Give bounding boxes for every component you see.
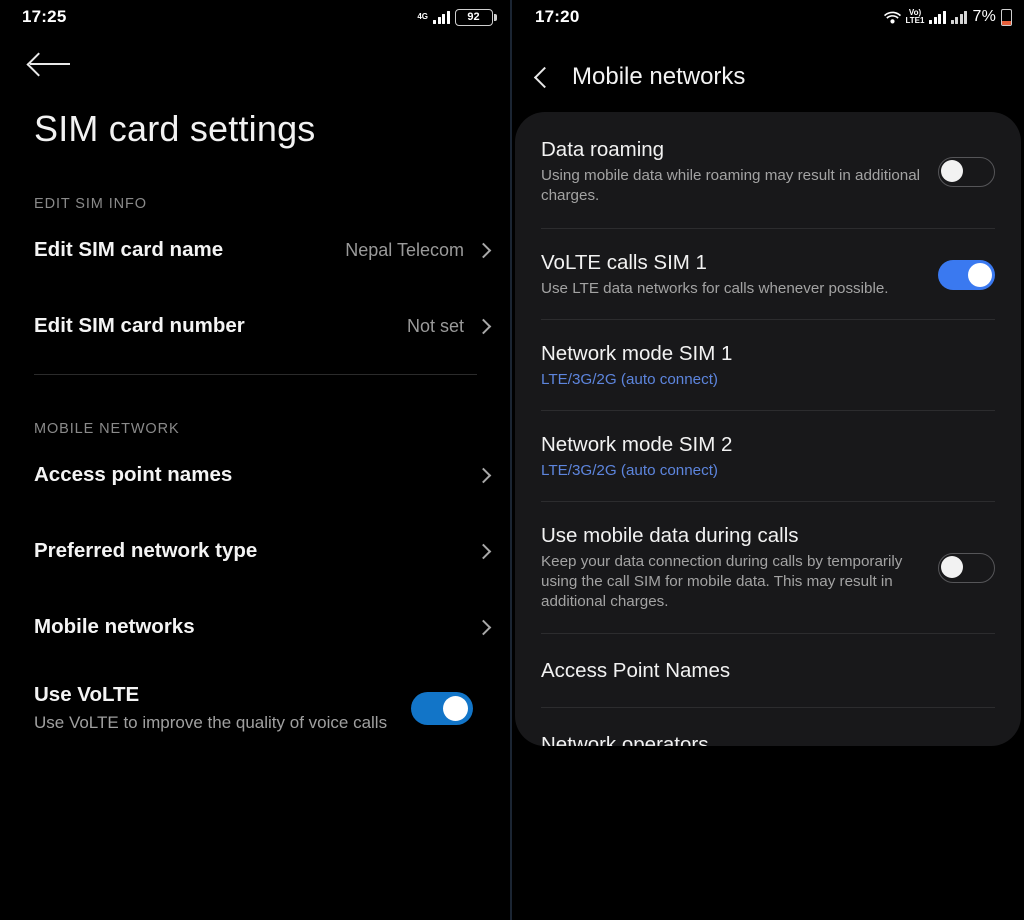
row-value: Nepal Telecom (345, 239, 464, 260)
row-use-volte[interactable]: Use VoLTE Use VoLTE to improve the quali… (0, 665, 511, 734)
row-edit-sim-card-number[interactable]: Edit SIM card number Not set (0, 288, 511, 364)
item-subtitle: Use LTE data networks for calls whenever… (541, 280, 889, 298)
item-title: Network operators (541, 732, 709, 747)
item-title: Access Point Names (541, 658, 731, 682)
volte-badge-bottom: LTE1 (905, 16, 925, 25)
settings-card: Data roaming Using mobile data while roa… (515, 112, 1021, 746)
right-phone-screenshot: 17:20 Vo) LTE1 7% Mobile networks Data r… (511, 0, 1024, 920)
row-right (475, 467, 492, 483)
item-text: Access Point Names (541, 659, 995, 683)
section-header-edit-sim-info: EDIT SIM INFO (34, 196, 147, 212)
battery-cap (494, 13, 497, 21)
item-network-operators[interactable]: Network operators (541, 708, 995, 747)
item-title: Data roaming (541, 138, 665, 161)
row-title: Access point names (34, 463, 233, 486)
item-text: Network mode SIM 2 LTE/3G/2G (auto conne… (541, 433, 995, 481)
battery-level-label: 92 (454, 8, 493, 26)
battery-low-icon (1001, 8, 1012, 26)
item-subtitle: LTE/3G/2G (auto connect) (541, 371, 718, 389)
left-back-button[interactable] (0, 34, 511, 94)
use-mobile-data-during-calls-toggle[interactable] (938, 553, 995, 584)
row-right: Not set (406, 315, 492, 337)
signal-bars-sim1-icon (929, 10, 946, 24)
chevron-right-icon (475, 242, 492, 258)
chevron-right-icon (475, 318, 492, 334)
chevron-left-icon[interactable] (533, 66, 556, 88)
signal-bars-icon (433, 10, 450, 24)
toggle-knob (941, 160, 963, 183)
battery-icon: 92 (454, 8, 497, 26)
battery-percent-label: 7% (972, 8, 996, 25)
item-subtitle: Keep your data connection during calls b… (541, 553, 903, 611)
left-status-bar: 17:25 4G 92 (0, 0, 511, 34)
item-access-point-names[interactable]: Access Point Names (541, 634, 995, 707)
network-type-label: 4G (417, 12, 428, 21)
chevron-right-icon (475, 543, 492, 559)
row-access-point-names[interactable]: Access point names (0, 437, 511, 513)
left-phone-screenshot: 17:25 4G 92 SIM card settings EDIT SIM I… (0, 0, 511, 920)
dual-screenshot-comparison: 17:25 4G 92 SIM card settings EDIT SIM I… (0, 0, 1024, 920)
row-right (475, 543, 492, 559)
item-subtitle: LTE/3G/2G (auto connect) (541, 462, 718, 480)
item-volte-calls-sim-1[interactable]: VoLTE calls SIM 1 Use LTE data networks … (541, 229, 995, 319)
item-title: VoLTE calls SIM 1 (541, 251, 707, 275)
item-text: VoLTE calls SIM 1 Use LTE data networks … (541, 251, 924, 299)
volte-calls-sim-1-toggle[interactable] (938, 260, 995, 291)
data-roaming-toggle[interactable] (938, 157, 995, 188)
wifi-icon (883, 11, 901, 24)
row-title: Preferred network type (34, 539, 258, 562)
toggle-knob (443, 696, 468, 722)
right-status-time: 17:20 (535, 7, 580, 26)
chevron-right-icon (475, 619, 492, 635)
battery-fill (1002, 21, 1011, 25)
page-title: SIM card settings (34, 108, 316, 149)
row-mobile-networks[interactable]: Mobile networks (0, 589, 511, 665)
item-text: Data roaming Using mobile data while roa… (541, 138, 924, 206)
signal-4g-icon: 4G (417, 13, 428, 21)
row-right (475, 619, 492, 635)
row-title: Edit SIM card name (34, 238, 224, 261)
app-bar-title: Mobile networks (572, 63, 746, 90)
item-text: Network operators (541, 733, 995, 747)
section-header-mobile-network: MOBILE NETWORK (34, 421, 180, 437)
item-use-mobile-data-during-calls[interactable]: Use mobile data during calls Keep your d… (541, 502, 995, 632)
chevron-right-icon (475, 467, 492, 483)
item-data-roaming[interactable]: Data roaming Using mobile data while roa… (541, 112, 995, 228)
row-text: Use VoLTE Use VoLTE to improve the quali… (34, 683, 387, 734)
left-status-icons: 4G 92 (417, 8, 497, 26)
row-preferred-network-type[interactable]: Preferred network type (0, 513, 511, 589)
toggle-knob (968, 263, 992, 288)
row-edit-sim-card-name[interactable]: Edit SIM card name Nepal Telecom (0, 212, 511, 288)
item-text: Use mobile data during calls Keep your d… (541, 524, 924, 612)
item-network-mode-sim-2[interactable]: Network mode SIM 2 LTE/3G/2G (auto conne… (541, 411, 995, 501)
item-title: Network mode SIM 1 (541, 342, 733, 366)
item-network-mode-sim-1[interactable]: Network mode SIM 1 LTE/3G/2G (auto conne… (541, 320, 995, 410)
right-status-bar: 17:20 Vo) LTE1 7% (511, 0, 1024, 34)
volte-badge-icon: Vo) LTE1 (906, 9, 925, 25)
toggle-knob (941, 556, 963, 579)
row-title: Mobile networks (34, 615, 195, 638)
item-subtitle: Using mobile data while roaming may resu… (541, 167, 921, 205)
settings-list: Data roaming Using mobile data while roa… (515, 112, 1021, 746)
signal-bars-sim2-icon (950, 10, 968, 24)
item-text: Network mode SIM 1 LTE/3G/2G (auto conne… (541, 342, 995, 390)
left-status-time: 17:25 (22, 7, 67, 26)
row-title: Edit SIM card number (34, 314, 245, 337)
row-subtitle: Use VoLTE to improve the quality of voic… (34, 713, 388, 732)
use-volte-toggle[interactable] (411, 692, 473, 726)
right-status-icons: Vo) LTE1 7% (883, 8, 1012, 26)
item-title: Network mode SIM 2 (541, 433, 733, 457)
row-title: Use VoLTE (34, 683, 140, 706)
panel-seam-divider (510, 0, 512, 920)
right-app-bar: Mobile networks (511, 34, 1024, 100)
arrow-left-icon[interactable] (30, 52, 70, 76)
item-title: Use mobile data during calls (541, 524, 799, 548)
row-value: Not set (406, 315, 464, 336)
row-right: Nepal Telecom (345, 239, 492, 261)
